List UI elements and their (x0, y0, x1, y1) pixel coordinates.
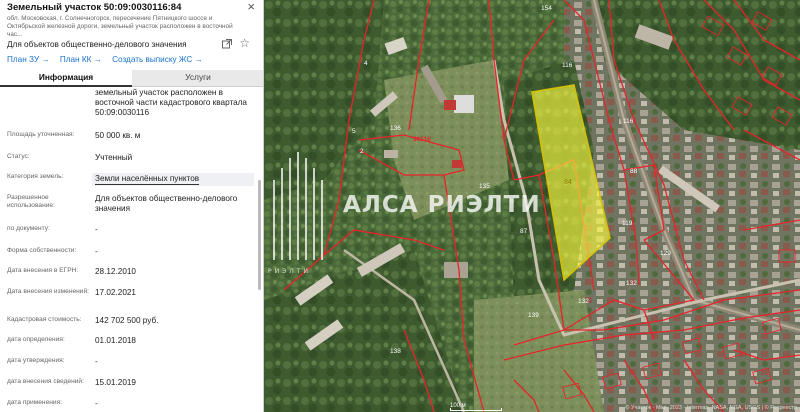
row-value: - (95, 399, 98, 408)
parcel-address: обл. Московская, г. Солнечногорск, перес… (7, 15, 233, 39)
map-label: 139 (528, 312, 539, 319)
row-label: по документу: (7, 225, 50, 232)
create-extract-link[interactable]: Создать выписку ЖС → (112, 55, 203, 64)
parcel-number-label: 84 (564, 179, 572, 186)
panel-tabs: Информация Услуги (0, 70, 263, 87)
map-label: 154 (541, 5, 552, 12)
row-label: Статус: (7, 153, 30, 160)
tab-information[interactable]: Информация (0, 70, 132, 87)
map-label: 116 (623, 118, 634, 125)
row-label: Форма собственности: (7, 247, 77, 254)
map-label: 132 (626, 280, 637, 287)
brand-logo-icon (273, 152, 323, 260)
map-label: 136 (390, 125, 401, 132)
brand-watermark: АЛСА РИЭЛТИ (343, 192, 541, 218)
plan-links: План ЗУ → План КК → Создать выписку ЖС → (7, 55, 211, 64)
row-label: дата внесения сведений: (7, 378, 84, 385)
parcel-title: Земельный участок 50:09:0030116:84 (7, 2, 182, 13)
row-value: - (95, 225, 98, 234)
share-icon[interactable] (221, 38, 233, 50)
row-value: 17.02.2021 (95, 288, 136, 297)
plan-kk-link[interactable]: План КК → (60, 55, 102, 64)
row-value: Учтенный (95, 153, 133, 162)
parcel-purpose: Для объектов общественно-делового значен… (7, 40, 187, 49)
row-value: 15.01.2019 (95, 378, 136, 387)
row-label: Дата внесения изменений: (7, 288, 89, 295)
map-label: 5 (352, 128, 356, 135)
row-value: - (95, 357, 98, 366)
row-label: дата утверждения: (7, 357, 65, 364)
tab-services[interactable]: Услуги (132, 70, 263, 87)
scale-label: 100 м (450, 403, 466, 409)
row-value: 01.01.2018 (95, 336, 136, 345)
map-label: 129 (660, 250, 671, 257)
plan-zu-link[interactable]: План ЗУ → (7, 55, 50, 64)
map-label: 119 (622, 220, 633, 227)
map-attribution: © Участок · Map. 2023 · Intermap, NASA, … (625, 405, 797, 411)
row-value: 28.12.2010 (95, 267, 136, 276)
row-value: - (95, 247, 98, 256)
quarter-label: 30116 (413, 136, 431, 143)
parcel-description: земельный участок расположен в восточной… (95, 88, 247, 118)
map-label: 138 (390, 348, 401, 355)
row-label: дата определения: (7, 336, 65, 343)
row-value: 50 000 кв. м (95, 131, 141, 140)
row-label: дата применения: (7, 399, 62, 406)
info-panel: Земельный участок 50:09:0030116:84 × обл… (0, 0, 264, 412)
row-value: 142 702 500 руб. (95, 316, 159, 325)
map-label: 2 (360, 148, 364, 155)
map-label: 116 (562, 62, 573, 69)
row-value-selected: Земли населённых пунктов (92, 173, 254, 186)
row-label: Категория земель: (7, 173, 64, 180)
map-label: 132 (578, 298, 589, 305)
row-label: Дата внесения в ЕГРН: (7, 267, 79, 274)
favorite-star-icon[interactable]: ☆ (239, 36, 250, 50)
map-label: 88 (630, 168, 638, 175)
land-category-value: Земли населённых пунктов (95, 174, 200, 185)
row-label: Кадастровая стоимость: (7, 316, 82, 323)
brand-watermark-sub: РИЭЛТИ (268, 268, 311, 275)
close-icon[interactable]: × (247, 0, 255, 14)
row-label: Разрешенное использование: (7, 194, 55, 209)
map-label: 135 (479, 183, 490, 190)
row-label: Площадь уточненная: (7, 131, 75, 138)
map-label: 4 (364, 60, 368, 67)
panel-scrollbar[interactable] (258, 180, 261, 290)
map-label: 87 (520, 228, 528, 235)
row-value: Для объектов общественно-делового значен… (95, 194, 238, 213)
